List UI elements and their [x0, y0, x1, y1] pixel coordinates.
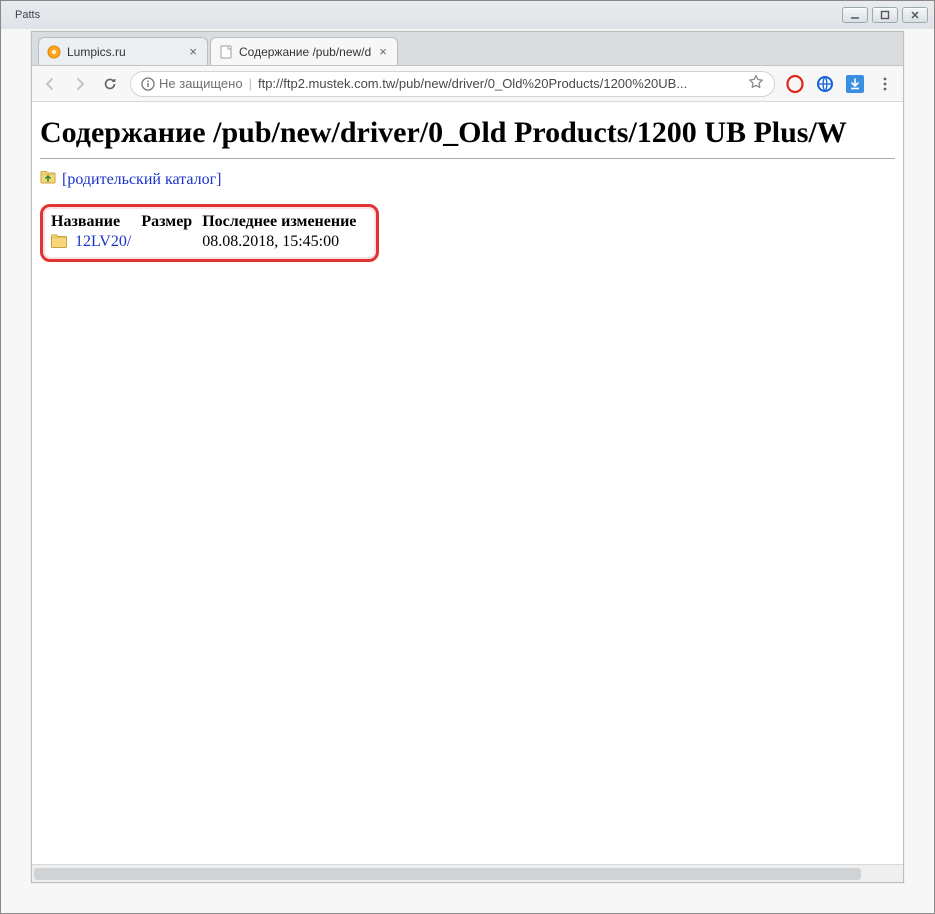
folder-link[interactable]: 12LV20/: [75, 233, 131, 250]
opera-extension-icon[interactable]: [785, 74, 805, 94]
window-titlebar: Patts: [1, 1, 934, 29]
window-title: Patts: [7, 9, 40, 21]
page-heading: Содержание /pub/new/driver/0_Old Product…: [40, 116, 895, 150]
opera-icon: [786, 75, 804, 93]
col-modified-header: Последнее изменение: [202, 213, 366, 233]
parent-directory-link[interactable]: [родительский каталог]: [62, 171, 221, 189]
folder-up-icon: [40, 169, 56, 190]
reload-icon: [102, 76, 118, 92]
globe-icon: [816, 75, 834, 93]
page-content: Содержание /pub/new/driver/0_Old Product…: [32, 102, 903, 864]
tab-close-button[interactable]: ×: [187, 44, 199, 59]
window-close-button[interactable]: [902, 7, 928, 23]
reload-button[interactable]: [100, 74, 120, 94]
folder-icon: [51, 234, 67, 248]
cell-modified: 08.08.2018, 15:45:00: [202, 233, 366, 251]
tab-ftp-listing[interactable]: Содержание /pub/new/d ×: [210, 37, 398, 65]
url-text: ftp://ftp2.mustek.com.tw/pub/new/driver/…: [258, 76, 742, 91]
tab-title: Содержание /pub/new/d: [239, 45, 371, 59]
listing-highlight-box: Название Размер Последнее изменение 12LV: [40, 204, 379, 262]
tab-title: Lumpics.ru: [67, 45, 181, 59]
extension-globe-icon[interactable]: [815, 74, 835, 94]
horizontal-scrollbar[interactable]: [32, 864, 903, 882]
kebab-icon: [877, 76, 893, 92]
downloads-button[interactable]: [845, 74, 865, 94]
security-label: Не защищено: [159, 76, 243, 91]
arrow-left-icon: [42, 76, 58, 92]
close-icon: [910, 10, 920, 20]
tab-close-button[interactable]: ×: [377, 44, 389, 59]
security-status: Не защищено: [141, 76, 243, 91]
tab-strip: Lumpics.ru × Содержание /pub/new/d ×: [32, 32, 903, 66]
arrow-right-icon: [72, 76, 88, 92]
scrollbar-thumb[interactable]: [34, 868, 861, 880]
window-maximize-button[interactable]: [872, 7, 898, 23]
star-icon: [748, 74, 764, 90]
page-icon: [219, 45, 233, 59]
parent-directory-row: [родительский каталог]: [40, 169, 895, 190]
back-button[interactable]: [40, 74, 60, 94]
table-row: 12LV20/ 08.08.2018, 15:45:00: [51, 233, 366, 251]
info-icon: [141, 77, 155, 91]
bookmark-button[interactable]: [748, 74, 764, 93]
directory-listing-table: Название Размер Последнее изменение 12LV: [51, 213, 366, 251]
maximize-icon: [880, 10, 890, 20]
forward-button[interactable]: [70, 74, 90, 94]
window-minimize-button[interactable]: [842, 7, 868, 23]
separator: [40, 158, 895, 159]
col-name-header: Название: [51, 213, 141, 233]
favicon-orange-icon: [47, 45, 61, 59]
address-bar[interactable]: Не защищено | ftp://ftp2.mustek.com.tw/p…: [130, 71, 775, 97]
table-header-row: Название Размер Последнее изменение: [51, 213, 366, 233]
browser-menu-button[interactable]: [875, 74, 895, 94]
cell-size: [141, 233, 202, 251]
browser-window: Lumpics.ru × Содержание /pub/new/d ×: [31, 31, 904, 883]
minimize-icon: [850, 10, 860, 20]
tab-lumpics[interactable]: Lumpics.ru ×: [38, 37, 208, 65]
cell-name: 12LV20/: [51, 233, 141, 251]
os-window: Patts Lumpics.ru × Соде: [0, 0, 935, 914]
col-size-header: Размер: [141, 213, 202, 233]
browser-toolbar: Не защищено | ftp://ftp2.mustek.com.tw/p…: [32, 66, 903, 102]
download-arrow-icon: [846, 75, 864, 93]
